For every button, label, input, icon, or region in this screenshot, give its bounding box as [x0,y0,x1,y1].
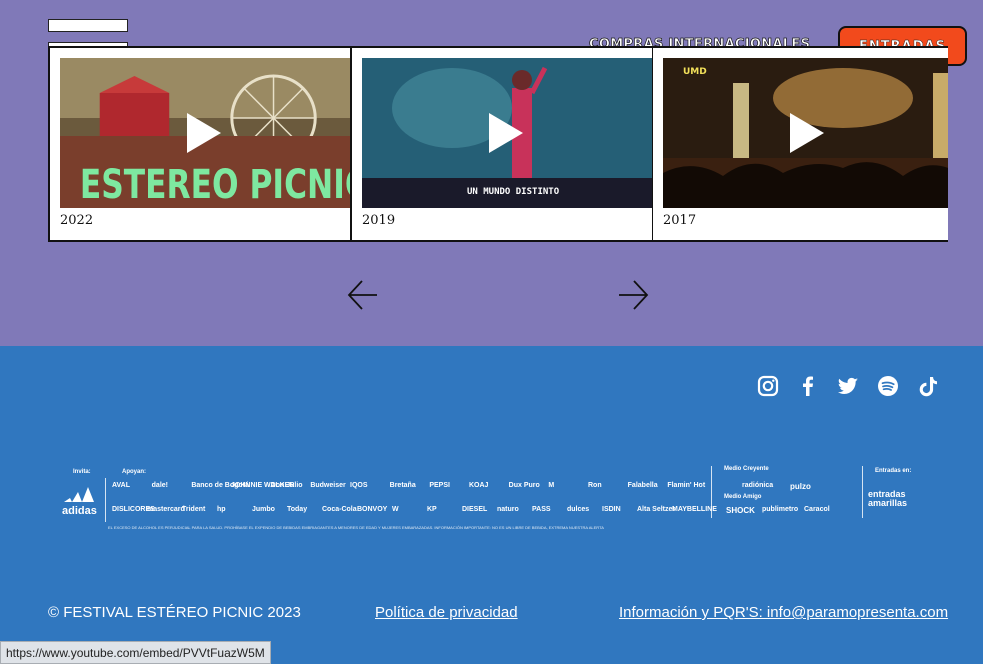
video-year: 2022 [60,213,94,228]
sponsor-logo[interactable]: mastercard [147,506,185,513]
divider [862,466,863,518]
sponsor-label-tickets: Entradas en: [875,468,912,474]
sponsor-logo[interactable]: KP [427,506,437,513]
spotify-icon[interactable] [876,374,900,398]
sponsor-pulzo[interactable]: pulzo [790,482,811,491]
sponsor-logo[interactable]: KOAJ [469,482,488,489]
sponsor-logo[interactable]: BONVOY [357,506,387,513]
divider [711,466,712,518]
video-card-2022[interactable]: ESTEREO PICNIC 2022 [50,48,352,240]
thumbnail-caption: UN MUNDO DISTINTO [467,187,560,197]
play-icon[interactable] [187,113,221,153]
thumbnail-title: ESTEREO PICNIC [80,162,350,208]
sponsor-logo[interactable]: IQOS [350,482,368,489]
sponsors-strip: Invita: adidas Apoyan: AVAL dale! Banco de… [60,464,940,534]
sponsor-logo[interactable]: AVAL [112,482,130,489]
sponsor-logo[interactable]: Flamin' Hot [667,482,705,489]
sponsor-logo[interactable]: Today [287,506,307,513]
sponsor-caracol[interactable]: Caracol [804,506,830,513]
sponsor-label-media: Medio Creyente [724,466,769,472]
sponsor-logo[interactable]: Coca-Cola [322,506,357,513]
sponsor-logo[interactable]: dale! [152,482,168,489]
thumbnail-badge: UMD [683,67,707,77]
sponsor-name: adidas [62,505,97,517]
play-icon[interactable] [489,113,523,153]
sponsor-label-invite: Invita: [73,469,91,475]
sponsor-radionica[interactable]: radiónica [742,482,773,489]
carousel-prev-arrow-icon[interactable] [346,278,380,312]
privacy-policy-link[interactable]: Política de privacidad [375,604,518,621]
sponsor-publimetro[interactable]: publimetro [762,506,798,513]
sponsor-logo[interactable]: naturo [497,506,519,513]
video-card-2019[interactable]: UN MUNDO DISTINTO 2019 [352,48,654,240]
menu-line-1[interactable] [48,19,128,32]
sponsor-logo[interactable]: DIESEL [462,506,487,513]
contact-email-link[interactable]: Información y PQR'S: info@paramopresenta… [619,604,948,621]
copyright-text: © FESTIVAL ESTÉREO PICNIC 2023 [48,604,301,621]
sponsor-logo[interactable]: Bretaña [390,482,416,489]
instagram-icon[interactable] [756,374,780,398]
sponsor-logo[interactable]: W [392,506,399,513]
twitter-icon[interactable] [836,374,860,398]
video-year: 2019 [362,213,396,228]
sponsor-logo[interactable]: Jumbo [252,506,275,513]
tiktok-icon[interactable] [916,374,940,398]
sponsor-adidas[interactable]: adidas [62,486,97,517]
sponsor-logo[interactable]: Don Julio [271,482,303,489]
sponsor-logo[interactable]: M [548,482,554,489]
sponsor-label-media-friend: Medio Amigo [724,494,762,500]
sponsor-logo[interactable]: Dux Puro [509,482,540,489]
carousel-next-arrow-icon[interactable] [616,278,650,312]
video-year: 2017 [663,213,697,228]
facebook-icon[interactable] [796,374,820,398]
sponsor-logo[interactable]: dulces [567,506,589,513]
sponsor-shock[interactable]: SHOCK [726,506,755,515]
play-icon[interactable] [790,113,824,153]
hero-section: COMPRAS INTERNACIONALES ENTRADAS ESTEREO… [0,0,983,346]
sponsor-logo[interactable]: hp [217,506,226,513]
video-card-2017[interactable]: UMD 2017 [653,48,948,240]
browser-status-url: https://www.youtube.com/embed/PVVtFuazW5… [0,641,271,664]
sponsor-label-support: Apoyan: [122,469,146,475]
sponsor-logo[interactable]: Falabella [628,482,658,489]
adidas-logo-icon [64,487,94,502]
legal-disclaimer: EL EXCESO DE ALCOHOL ES PERJUDICIAL PARA… [108,525,604,530]
sponsor-logo[interactable]: Alta Seltzer [637,506,675,513]
video-thumbnail[interactable]: UMD [663,58,948,208]
video-carousel: ESTEREO PICNIC 2022 UN MUNDO DISTINTO 20… [48,46,948,242]
sponsor-entradas-amarillas[interactable]: entradas amarillas [868,490,928,508]
sponsor-logo[interactable]: ISDIN [602,506,621,513]
sponsor-logo[interactable]: Trident [182,506,205,513]
sponsor-logo[interactable]: PEPSI [429,482,450,489]
video-thumbnail[interactable]: UN MUNDO DISTINTO [362,58,652,208]
sponsor-logo[interactable]: Budweiser [310,482,345,489]
video-thumbnail[interactable]: ESTEREO PICNIC [60,58,350,208]
sponsor-logo[interactable]: PASS [532,506,551,513]
sponsor-logo[interactable]: Ron [588,482,602,489]
divider [105,478,106,522]
